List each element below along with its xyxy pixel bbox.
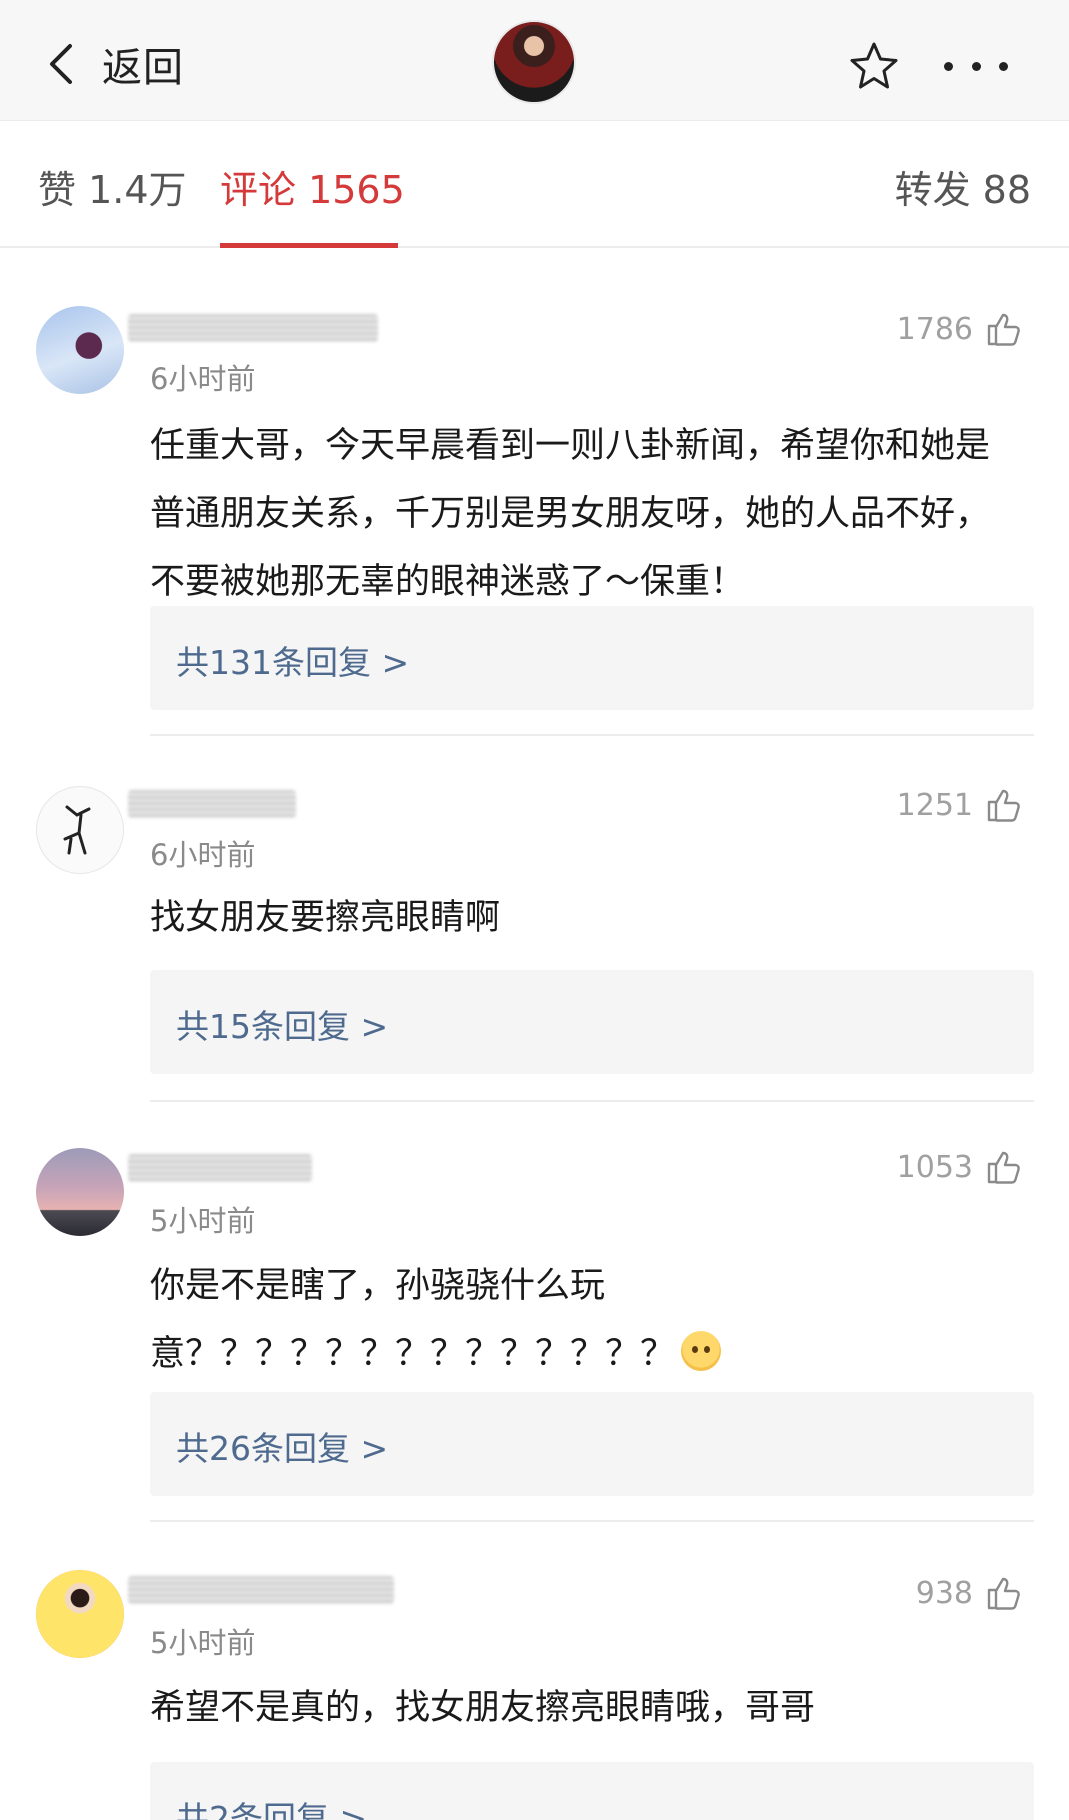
replies-count: 共2条回复 > [176, 1799, 368, 1820]
comment-text: 你是不是瞎了，孙骁骁什么玩意？？？？？？？？？？？？？？ [150, 1252, 750, 1388]
username-redacted[interactable] [128, 314, 378, 342]
comment-text: 希望不是真的，找女朋友擦亮眼睛哦，哥哥 [150, 1688, 816, 1728]
replies-link[interactable]: 共131条回复 > [150, 606, 1034, 710]
divider [150, 734, 1034, 736]
like-button[interactable]: 1786 [897, 310, 1023, 348]
weibo-comments-page: 返回 赞 1.4万 评论 1565 转发 88 6小时前 1786 任重大哥，今… [0, 0, 1069, 1820]
comment-item: 5小时前 938 希望不是真的，找女朋友擦亮眼睛哦，哥哥 共2条回复 > [0, 1524, 1069, 1820]
like-button[interactable]: 1053 [897, 1148, 1023, 1186]
avatar[interactable] [36, 1570, 124, 1658]
replies-count: 共15条回复 > [176, 1007, 389, 1046]
like-count: 1786 [896, 311, 973, 347]
tab-likes[interactable]: 赞 1.4万 [38, 159, 187, 214]
sad-face-emoji-icon [681, 1331, 722, 1371]
avatar[interactable] [36, 786, 124, 874]
comment-text: 任重大哥，今天早晨看到一则八卦新闻，希望你和她是普通朋友关系，千万别是男女朋友呀… [150, 426, 991, 602]
username-redacted[interactable] [128, 1576, 394, 1604]
comment-time: 5小时前 [150, 1626, 256, 1660]
like-button[interactable]: 938 [916, 1574, 1023, 1612]
back-label: 返回 [102, 45, 184, 91]
user-avatar[interactable] [492, 20, 576, 104]
thumbs-up-icon [987, 789, 1020, 822]
replies-link[interactable]: 共26条回复 > [150, 1392, 1034, 1496]
divider [150, 1100, 1034, 1102]
comment-item: 6小时前 1786 任重大哥，今天早晨看到一则八卦新闻，希望你和她是普通朋友关系… [0, 248, 1069, 738]
username-redacted[interactable] [128, 790, 296, 818]
tab-bar: 赞 1.4万 评论 1565 转发 88 [0, 120, 1069, 248]
comment-time: 6小时前 [150, 838, 256, 872]
comment-text-content: 你是不是瞎了，孙骁骁什么玩意？？？？？？？？？？？？？？ [150, 1266, 676, 1374]
avatar[interactable] [36, 306, 124, 394]
comment-item: 6小时前 1251 找女朋友要擦亮眼睛啊 共15条回复 > [0, 738, 1069, 1104]
replies-count: 共131条回复 > [176, 643, 410, 682]
tab-reposts[interactable]: 转发 88 [895, 159, 1031, 214]
comment-time: 6小时前 [150, 362, 256, 396]
dot [999, 61, 1008, 71]
dot [971, 61, 981, 71]
thumbs-up-icon [987, 1151, 1020, 1184]
like-button[interactable]: 1251 [897, 786, 1023, 824]
sketch-figure-icon [63, 805, 91, 855]
username-redacted[interactable] [128, 1154, 312, 1182]
dot [944, 61, 953, 71]
divider [150, 1520, 1034, 1522]
like-count: 938 [915, 1575, 973, 1611]
comment-time: 5小时前 [150, 1204, 256, 1238]
like-count: 1251 [896, 787, 973, 823]
more-dots-icon[interactable] [944, 56, 1008, 76]
comment-item: 5小时前 1053 你是不是瞎了，孙骁骁什么玩意？？？？？？？？？？？？？？ 共… [0, 1104, 1069, 1524]
star-outline-icon[interactable] [848, 40, 900, 92]
like-count: 1053 [896, 1149, 973, 1185]
comment-text: 找女朋友要擦亮眼睛啊 [150, 898, 501, 938]
replies-link[interactable]: 共2条回复 > [150, 1762, 1034, 1820]
replies-link[interactable]: 共15条回复 > [150, 970, 1034, 1074]
avatar[interactable] [36, 1148, 124, 1236]
back-button[interactable]: 返回 [44, 36, 184, 92]
thumbs-up-icon [987, 313, 1020, 346]
top-navigation-bar: 返回 [0, 0, 1069, 120]
thumbs-up-icon [987, 1577, 1020, 1610]
replies-count: 共26条回复 > [176, 1429, 389, 1468]
chevron-left-icon [50, 44, 72, 84]
